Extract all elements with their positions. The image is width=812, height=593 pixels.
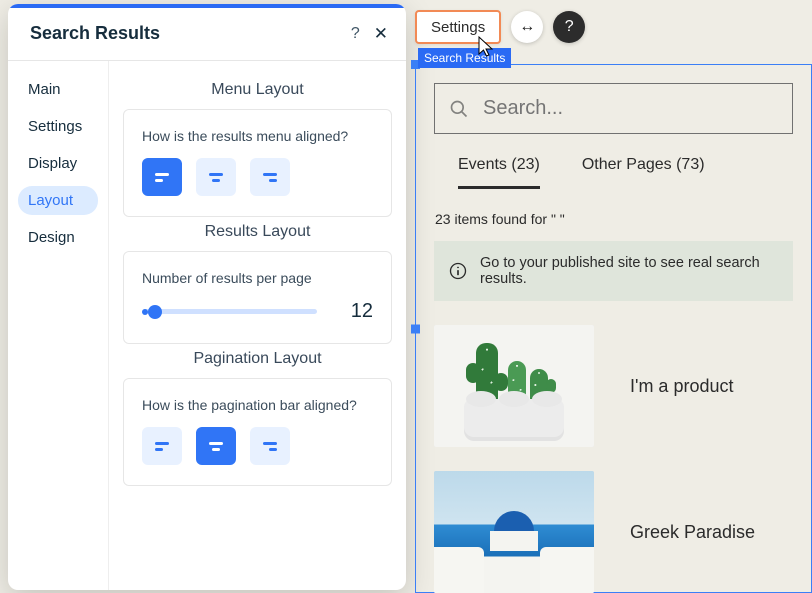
panel-nav: Main Settings Display Layout Design <box>8 61 108 590</box>
align-left-icon <box>155 173 169 182</box>
result-title: Greek Paradise <box>630 522 755 543</box>
pagination-align-right-button[interactable] <box>250 427 290 465</box>
stretch-button[interactable]: ↔ <box>511 11 543 43</box>
nav-item-design[interactable]: Design <box>18 223 98 252</box>
align-right-icon <box>263 442 277 451</box>
menu-align-right-button[interactable] <box>250 158 290 196</box>
help-button[interactable]: ? <box>553 11 585 43</box>
nav-item-settings[interactable]: Settings <box>18 112 98 141</box>
items-found-text: 23 items found for " " <box>435 211 793 227</box>
section-title-results-layout: Results Layout <box>123 223 392 241</box>
tab-other-pages[interactable]: Other Pages (73) <box>582 156 705 189</box>
nav-item-layout[interactable]: Layout <box>18 186 98 215</box>
align-left-icon <box>155 442 169 451</box>
panel-header: Search Results ? ✕ <box>8 8 406 61</box>
align-center-icon <box>209 173 223 182</box>
tab-events[interactable]: Events (23) <box>458 156 540 189</box>
results-layout-card: Number of results per page 12 <box>123 251 392 344</box>
results-per-page-label: Number of results per page <box>142 270 373 286</box>
panel-content: Menu Layout How is the results menu alig… <box>108 61 406 590</box>
result-title: I'm a product <box>630 376 733 397</box>
preview-notice: Go to your published site to see real se… <box>434 241 793 301</box>
search-box[interactable] <box>434 83 793 134</box>
resize-handle-w[interactable] <box>411 324 420 333</box>
element-toolbar: Settings ↔ ? <box>415 10 812 44</box>
pagination-align-label: How is the pagination bar aligned? <box>142 397 373 413</box>
selection-frame: Events (23) Other Pages (73) 23 items fo… <box>415 64 812 593</box>
close-icon[interactable]: ✕ <box>374 24 388 44</box>
result-item[interactable]: Greek Paradise <box>434 471 793 593</box>
section-title-pagination-layout: Pagination Layout <box>123 350 392 368</box>
info-icon <box>448 261 468 281</box>
result-thumbnail <box>434 471 594 593</box>
menu-align-label: How is the results menu aligned? <box>142 128 373 144</box>
menu-align-center-button[interactable] <box>196 158 236 196</box>
help-icon[interactable]: ? <box>351 25 360 43</box>
question-icon: ? <box>565 18 574 36</box>
align-center-icon <box>209 442 223 451</box>
align-right-icon <box>263 173 277 182</box>
selection-tag: Search Results <box>418 48 511 68</box>
settings-button[interactable]: Settings <box>415 10 501 44</box>
results-slider[interactable] <box>142 302 317 322</box>
panel-title: Search Results <box>30 23 160 44</box>
pagination-align-left-button[interactable] <box>142 427 182 465</box>
result-thumbnail <box>434 325 594 447</box>
settings-panel: Search Results ? ✕ Main Settings Display… <box>8 4 406 590</box>
settings-button-label: Settings <box>431 19 485 36</box>
results-list: I'm a product Greek Paradise <box>434 325 793 593</box>
results-slider-value: 12 <box>333 300 373 323</box>
menu-layout-card: How is the results menu aligned? <box>123 109 392 217</box>
search-input[interactable] <box>481 96 778 121</box>
preview-notice-text: Go to your published site to see real se… <box>480 255 779 287</box>
stretch-icon: ↔ <box>519 18 535 36</box>
pagination-layout-card: How is the pagination bar aligned? <box>123 378 392 486</box>
nav-item-display[interactable]: Display <box>18 149 98 178</box>
pagination-align-center-button[interactable] <box>196 427 236 465</box>
menu-align-left-button[interactable] <box>142 158 182 196</box>
section-title-menu-layout: Menu Layout <box>123 81 392 99</box>
nav-item-main[interactable]: Main <box>18 75 98 104</box>
results-tabs: Events (23) Other Pages (73) <box>458 156 793 189</box>
result-item[interactable]: I'm a product <box>434 325 793 447</box>
search-icon <box>449 99 469 119</box>
editor-canvas: Settings ↔ ? Search Results Events (23) … <box>415 0 812 593</box>
